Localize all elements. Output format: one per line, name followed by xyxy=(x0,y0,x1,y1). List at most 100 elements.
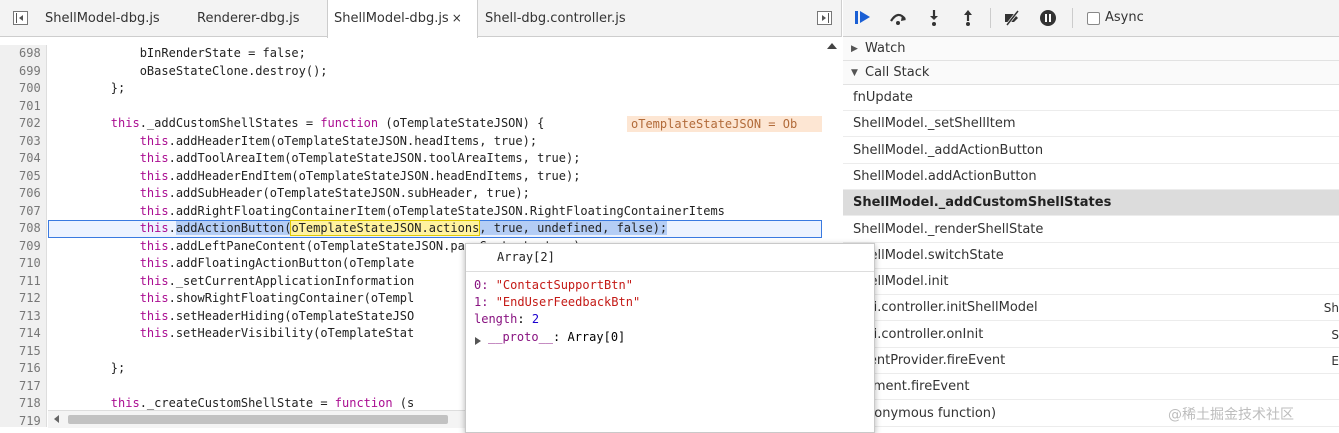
watch-label: Watch xyxy=(865,41,906,56)
watch-section-header[interactable]: ▶ Watch xyxy=(843,37,1339,61)
line-number[interactable]: 719 xyxy=(0,412,47,427)
code-token: this xyxy=(139,168,169,183)
code-token: this xyxy=(139,221,169,235)
line-number[interactable]: 718 xyxy=(0,395,47,413)
callstack-frame[interactable]: Element.fireEvent xyxy=(843,374,1339,401)
frame-location[interactable]: E xyxy=(1331,348,1339,374)
callstack-section-header[interactable]: ▼ Call Stack xyxy=(843,61,1339,85)
code-line[interactable]: this.addHeaderItem(oTemplateStateJSON.he… xyxy=(53,133,537,151)
array-item-0[interactable]: 0: "ContactSupportBtn" xyxy=(474,278,633,292)
code-line[interactable]: this.addFloatingActionButton(oTemplate xyxy=(53,255,415,273)
line-number[interactable]: 715 xyxy=(0,342,47,360)
step-into-icon[interactable] xyxy=(925,9,943,27)
array-item-1[interactable]: 1: "EndUserFeedbackBtn" xyxy=(474,295,640,309)
code-line[interactable]: this.addToolAreaItem(oTemplateStateJSON.… xyxy=(53,150,581,168)
async-checkbox[interactable] xyxy=(1087,12,1100,25)
line-number[interactable]: 709 xyxy=(0,237,47,255)
deactivate-breakpoints-icon[interactable] xyxy=(1003,9,1021,27)
callstack-frame[interactable]: ShellModel._addActionButton xyxy=(843,138,1339,164)
frame-name: ShellModel._addActionButton xyxy=(853,142,1044,158)
line-number[interactable]: 706 xyxy=(0,185,47,203)
code-line[interactable]: bInRenderState = false; xyxy=(53,45,306,63)
line-number[interactable]: 700 xyxy=(0,80,47,98)
line-number[interactable]: 707 xyxy=(0,202,47,220)
code-token: function xyxy=(334,396,393,410)
code-token: }; xyxy=(53,361,126,375)
code-line[interactable]: this.addRightFloatingContainerItem(oTemp… xyxy=(53,203,725,221)
callstack-frame[interactable]: ShellModel.switchState xyxy=(843,243,1339,269)
frame-location[interactable]: Sh xyxy=(1324,295,1339,321)
scrollbar-thumb[interactable] xyxy=(68,415,448,424)
code-line[interactable]: }; xyxy=(53,360,125,378)
callstack-label: Call Stack xyxy=(865,65,930,80)
callstack-frame[interactable]: fnUpdate xyxy=(843,85,1339,111)
callstack-frame[interactable]: ShellModel._renderShellState xyxy=(843,217,1339,243)
code-token: oBaseStateClone.destroy(); xyxy=(53,63,328,78)
code-token: .showRightFloatingContainer(oTempl xyxy=(168,291,415,305)
line-number[interactable]: 699 xyxy=(0,62,47,80)
tab-shellmodel-active[interactable]: ShellModel-dbg.js × xyxy=(327,0,478,38)
code-token: this xyxy=(139,133,169,148)
line-number[interactable]: 710 xyxy=(0,255,47,273)
callstack-frame[interactable]: EventProvider.fireEvent E xyxy=(843,348,1339,374)
callstack-frame[interactable]: ShellModel._addCustomShellStates xyxy=(843,190,1339,217)
tab-renderer[interactable]: Renderer-dbg.js xyxy=(197,0,299,37)
code-line[interactable]: this.addSubHeader(oTemplateStateJSON.sub… xyxy=(53,185,530,203)
code-line[interactable]: this.addHeaderEndItem(oTemplateStateJSON… xyxy=(53,168,581,186)
code-token: this xyxy=(139,291,169,305)
line-number[interactable]: 716 xyxy=(0,360,47,378)
code-line[interactable]: this.setHeaderVisibility(oTemplateStat xyxy=(53,325,415,343)
step-over-icon[interactable] xyxy=(889,9,907,27)
scroll-up-icon[interactable] xyxy=(827,43,837,49)
line-number[interactable]: 712 xyxy=(0,290,47,308)
line-number[interactable]: 698 xyxy=(0,45,47,63)
callstack-frame[interactable]: ShellModel._setShellItem xyxy=(843,111,1339,138)
line-number[interactable]: 705 xyxy=(0,167,47,185)
callstack-frame[interactable]: ...ui.controller.initShellModel Sh xyxy=(843,295,1339,322)
code-token: ._addCustomShellStates = xyxy=(139,116,321,130)
line-number[interactable]: 703 xyxy=(0,132,47,150)
callstack-frame[interactable]: ...ui.controller.onInit S xyxy=(843,322,1339,348)
code-token: this xyxy=(139,256,169,270)
code-line[interactable]: this.showRightFloatingContainer(oTempl xyxy=(53,290,415,308)
tab-shell-controller[interactable]: Shell-dbg.controller.js xyxy=(485,0,626,37)
callstack-frame[interactable]: ShellModel.init xyxy=(843,269,1339,296)
code-token: }; xyxy=(53,81,126,95)
line-number[interactable]: 704 xyxy=(0,150,47,168)
line-number[interactable]: 708 xyxy=(0,220,47,238)
code-line[interactable]: this.addActionButton(oTemplateStateJSON.… xyxy=(53,220,668,238)
code-token: this xyxy=(110,396,140,410)
line-number[interactable]: 713 xyxy=(0,307,47,325)
code-token: addActionButton xyxy=(175,221,285,235)
code-token: .setHeaderHiding(oTemplateStateJSO xyxy=(168,308,415,323)
line-number[interactable]: 711 xyxy=(0,272,47,290)
line-number[interactable]: 714 xyxy=(0,325,47,343)
resume-icon[interactable] xyxy=(855,9,873,27)
code-token: this xyxy=(139,186,169,200)
code-line[interactable]: }; xyxy=(53,80,125,98)
close-tab-icon[interactable]: × xyxy=(452,11,462,25)
array-proto[interactable]: __proto__: Array[0] xyxy=(488,330,625,344)
toggle-debugger-icon[interactable] xyxy=(817,11,832,25)
frame-name: ...ui.controller.initShellModel xyxy=(853,300,1038,316)
expand-proto-icon[interactable] xyxy=(475,337,481,345)
code-line[interactable]: this._setCurrentApplicationInformation xyxy=(53,273,415,291)
callstack-frame[interactable]: ShellModel.addActionButton xyxy=(843,164,1339,190)
popover-divider xyxy=(466,271,874,272)
array-length: length: 2 xyxy=(474,312,540,326)
pause-on-exceptions-icon[interactable] xyxy=(1039,9,1057,27)
scroll-left-icon[interactable] xyxy=(54,415,59,423)
toggle-navigator-icon[interactable] xyxy=(13,11,28,25)
tab-shellmodel-1[interactable]: ShellModel-dbg.js xyxy=(45,0,160,37)
code-line[interactable]: this._addCustomShellStates = function (o… xyxy=(53,115,545,133)
code-line[interactable]: oBaseStateClone.destroy(); xyxy=(53,63,328,81)
line-number[interactable]: 702 xyxy=(0,115,47,133)
code-line[interactable]: this.setHeaderHiding(oTemplateStateJSO xyxy=(53,308,415,326)
line-number[interactable]: 717 xyxy=(0,377,47,395)
step-out-icon[interactable] xyxy=(959,9,977,27)
frame-location[interactable]: S xyxy=(1331,322,1339,348)
line-number[interactable]: 701 xyxy=(0,97,47,115)
